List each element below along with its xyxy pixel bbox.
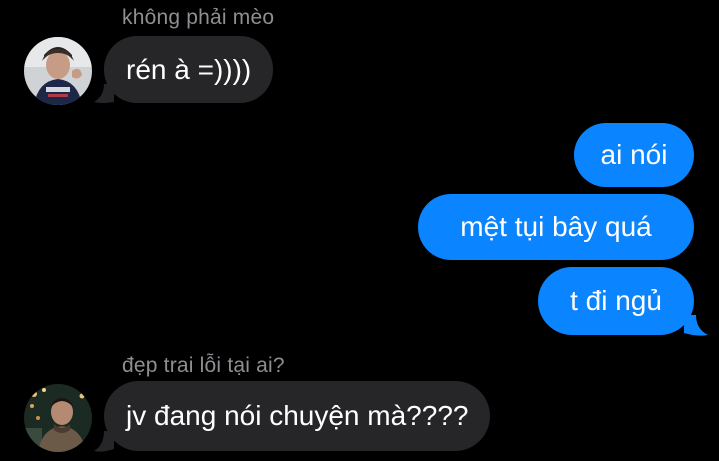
message-text: mệt tụi bây quá bbox=[460, 211, 652, 242]
message-bubble-outgoing[interactable]: mệt tụi bây quá bbox=[418, 194, 694, 260]
avatar-photo-icon bbox=[24, 37, 92, 105]
message-text: rén à =)))) bbox=[126, 53, 252, 85]
chat-thread: không phải mèo rén à =)))) ai nói mệt tụ… bbox=[0, 0, 719, 461]
message-text: t đi ngủ bbox=[570, 285, 662, 316]
bubble-tail bbox=[94, 431, 114, 452]
avatar-photo-icon bbox=[24, 384, 92, 452]
message-bubble-outgoing[interactable]: t đi ngủ bbox=[538, 267, 694, 335]
bubble-tail bbox=[94, 84, 114, 103]
sender-name: không phải mèo bbox=[122, 6, 275, 29]
sender-avatar[interactable] bbox=[24, 37, 92, 105]
message-bubble-incoming[interactable]: rén à =)))) bbox=[104, 36, 274, 103]
sender-name: đẹp trai lỗi tại ai? bbox=[122, 354, 285, 377]
bubble-tail bbox=[684, 315, 708, 336]
sender-avatar[interactable] bbox=[24, 384, 92, 452]
message-bubble-incoming[interactable]: jv đang nói chuyện mà???? bbox=[104, 381, 491, 451]
message-text: jv đang nói chuyện mà???? bbox=[126, 400, 469, 431]
message-bubble-outgoing[interactable]: ai nói bbox=[574, 123, 694, 187]
message-text: ai nói bbox=[600, 139, 668, 170]
